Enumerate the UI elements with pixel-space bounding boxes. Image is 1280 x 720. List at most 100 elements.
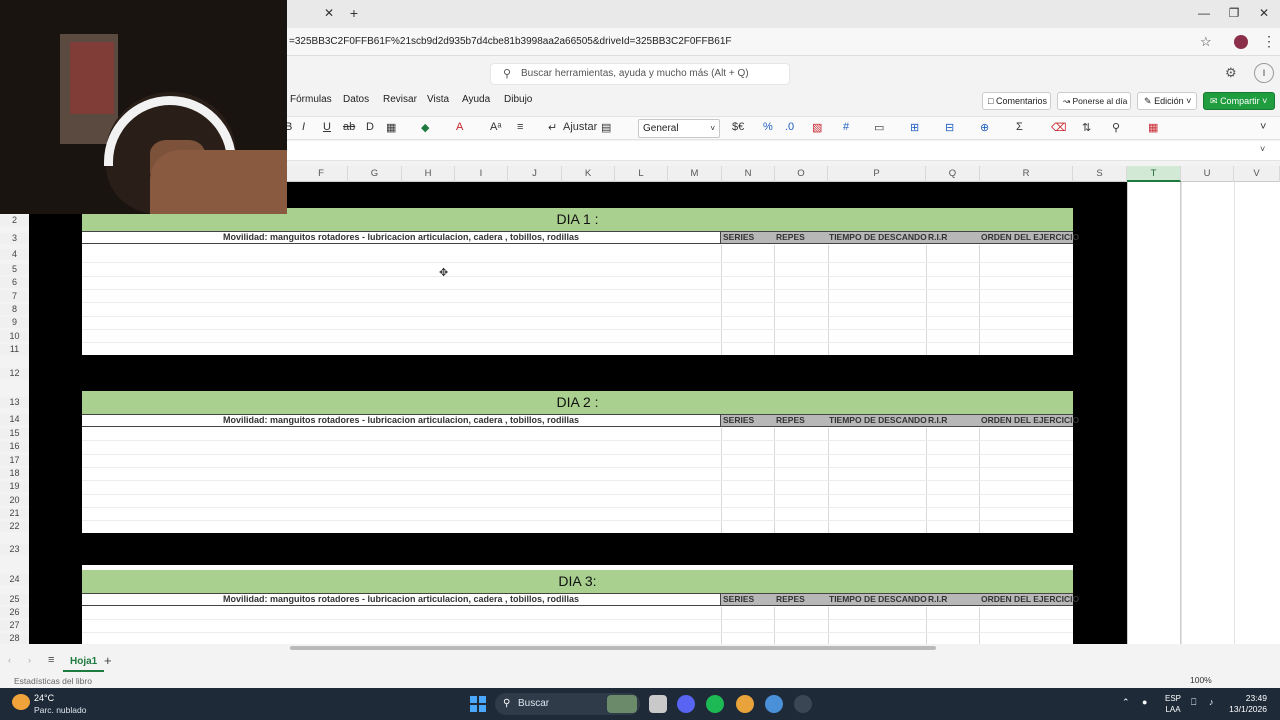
mobility-description[interactable]: Movilidad: manguitos rotadores - lubrica… bbox=[82, 594, 721, 605]
workbook-stats[interactable]: Estadísticas del libro bbox=[14, 676, 92, 686]
row-header[interactable]: 27 bbox=[0, 620, 29, 631]
selected-column-t[interactable] bbox=[1127, 182, 1181, 644]
sheet-tab-hoja1[interactable]: Hoja1 bbox=[63, 654, 105, 672]
column-header-s[interactable]: S bbox=[1073, 166, 1127, 182]
header-rir[interactable]: R.I.R bbox=[928, 415, 947, 426]
row-header[interactable]: 16 bbox=[0, 441, 29, 452]
discord-icon[interactable] bbox=[677, 695, 695, 713]
wrap-text-label[interactable]: Ajustar bbox=[563, 121, 597, 133]
url-field[interactable]: =325BB3C2F0FFB61F%21scb9d2d935b7d4cbe81b… bbox=[289, 36, 732, 47]
percent-icon[interactable]: % bbox=[763, 121, 773, 133]
widget-icon[interactable] bbox=[607, 695, 637, 713]
day-title[interactable]: DIA 3: bbox=[82, 570, 1073, 593]
mobility-description[interactable]: Movilidad: manguitos rotadores - lubrica… bbox=[82, 232, 721, 243]
autosum-icon[interactable]: Σ bbox=[1016, 121, 1023, 133]
decimals-icon[interactable]: .0 bbox=[785, 121, 794, 133]
system-clock[interactable]: 23:49 13/1/2026 bbox=[1227, 693, 1267, 715]
font-size-icon[interactable]: Aᵃ bbox=[490, 121, 501, 133]
steam-icon[interactable] bbox=[794, 695, 812, 713]
file-explorer-icon[interactable] bbox=[649, 695, 667, 713]
chrome-icon[interactable] bbox=[736, 695, 754, 713]
delete-icon[interactable]: ⊟ bbox=[945, 121, 954, 134]
scrollbar-thumb[interactable] bbox=[290, 646, 936, 650]
toolbar-expand-icon[interactable]: ˅ bbox=[1260, 121, 1266, 133]
row-header[interactable]: 28 bbox=[0, 633, 29, 644]
column-header-l[interactable]: L bbox=[615, 166, 668, 182]
menu-vista[interactable]: Vista bbox=[427, 94, 449, 105]
row-header[interactable]: 15 bbox=[0, 428, 29, 439]
row-header[interactable]: 26 bbox=[0, 607, 29, 618]
sort-filter-icon[interactable]: ⇅ bbox=[1082, 121, 1091, 134]
minimize-icon[interactable]: — bbox=[1194, 5, 1214, 21]
row-header[interactable]: 22 bbox=[0, 521, 29, 532]
column-header-f[interactable]: F bbox=[295, 166, 348, 182]
cell-styles-icon[interactable]: ▭ bbox=[874, 121, 884, 134]
underline-icon[interactable]: U bbox=[323, 121, 331, 133]
row-header[interactable]: 19 bbox=[0, 481, 29, 492]
share-button[interactable]: ✉ Compartir ˅ bbox=[1203, 92, 1275, 110]
editing-mode-button[interactable]: ✎ Edición ˅ bbox=[1137, 92, 1197, 110]
row-header[interactable]: 14 bbox=[0, 414, 29, 425]
weather-icon[interactable] bbox=[12, 694, 30, 710]
comments-button[interactable]: □ Comentarios bbox=[982, 92, 1051, 110]
header-repes[interactable]: REPES bbox=[776, 415, 805, 426]
restore-icon[interactable]: ❐ bbox=[1224, 5, 1244, 21]
row-header[interactable]: 13 bbox=[0, 397, 29, 408]
row-header[interactable]: 10 bbox=[0, 331, 29, 342]
column-header-q[interactable]: Q bbox=[926, 166, 980, 182]
browser-menu-icon[interactable]: ⋮ bbox=[1262, 33, 1276, 50]
row-header[interactable]: 17 bbox=[0, 455, 29, 466]
chrome-profile-icon[interactable] bbox=[765, 695, 783, 713]
insert-icon[interactable]: ⊞ bbox=[910, 121, 919, 134]
language-indicator[interactable]: ESP LAA bbox=[1162, 693, 1184, 715]
mobility-description[interactable]: Movilidad: manguitos rotadores - lubrica… bbox=[82, 415, 721, 426]
zoom-level[interactable]: 100% bbox=[1190, 675, 1212, 685]
header-series[interactable]: SERIES bbox=[723, 594, 754, 605]
search-box[interactable]: ⚲ Buscar herramientas, ayuda y mucho más… bbox=[490, 63, 790, 85]
conditional-format-icon[interactable]: ▧ bbox=[812, 121, 822, 134]
header-series[interactable]: SERIES bbox=[723, 232, 754, 243]
formula-expand-icon[interactable]: ˅ bbox=[1260, 144, 1265, 154]
column-header-r[interactable]: R bbox=[980, 166, 1073, 182]
italic-icon[interactable]: I bbox=[302, 121, 305, 133]
clear-icon[interactable]: ⌫ bbox=[1051, 121, 1067, 134]
column-header-n[interactable]: N bbox=[722, 166, 775, 182]
catch-up-button[interactable]: ↝ Ponerse al día bbox=[1057, 92, 1131, 110]
header-descanso[interactable]: TIEMPO DE DESCANDO bbox=[829, 594, 927, 605]
row-header[interactable]: 8 bbox=[0, 304, 29, 315]
window-close-icon[interactable]: ✕ bbox=[1254, 5, 1274, 21]
windows-start-icon[interactable] bbox=[470, 696, 486, 712]
row-header[interactable]: 6 bbox=[0, 277, 29, 288]
row-header[interactable]: 7 bbox=[0, 291, 29, 302]
column-header-j[interactable]: J bbox=[508, 166, 562, 182]
tray-expand-icon[interactable]: ⌃ bbox=[1122, 697, 1130, 708]
row-header[interactable]: 5 bbox=[0, 264, 29, 275]
column-header-m[interactable]: M bbox=[668, 166, 722, 182]
new-tab-button[interactable]: + bbox=[346, 5, 362, 21]
row-header[interactable]: 4 bbox=[0, 249, 29, 260]
header-orden[interactable]: ORDEN DEL EJERCICIO bbox=[981, 594, 1079, 605]
header-repes[interactable]: REPES bbox=[776, 232, 805, 243]
header-orden[interactable]: ORDEN DEL EJERCICIO bbox=[981, 415, 1079, 426]
row-header[interactable]: 20 bbox=[0, 495, 29, 506]
column-header-o[interactable]: O bbox=[775, 166, 828, 182]
column-header-v[interactable]: V bbox=[1234, 166, 1280, 182]
wrap-icon[interactable]: ↵ bbox=[548, 121, 557, 134]
row-header[interactable]: 9 bbox=[0, 317, 29, 328]
column-header-h[interactable]: H bbox=[402, 166, 455, 182]
column-header-u[interactable]: U bbox=[1181, 166, 1234, 182]
menu-dibujo[interactable]: Dibujo bbox=[504, 94, 532, 105]
day-title[interactable]: DIA 2 : bbox=[82, 391, 1073, 414]
extension-icon[interactable] bbox=[1234, 35, 1248, 49]
font-color-icon[interactable]: A bbox=[456, 121, 463, 133]
header-rir[interactable]: R.I.R bbox=[928, 594, 947, 605]
menu-formulas[interactable]: Fórmulas bbox=[290, 94, 332, 105]
row-header[interactable]: 12 bbox=[0, 368, 29, 379]
prev-sheet-icon[interactable]: ‹ bbox=[8, 655, 11, 665]
menu-ayuda[interactable]: Ayuda bbox=[462, 94, 490, 105]
horizontal-scrollbar[interactable] bbox=[0, 644, 1280, 652]
spotify-icon[interactable] bbox=[706, 695, 724, 713]
header-rir[interactable]: R.I.R bbox=[928, 232, 947, 243]
volume-icon[interactable]: ♪ bbox=[1209, 697, 1214, 707]
header-repes[interactable]: REPES bbox=[776, 594, 805, 605]
